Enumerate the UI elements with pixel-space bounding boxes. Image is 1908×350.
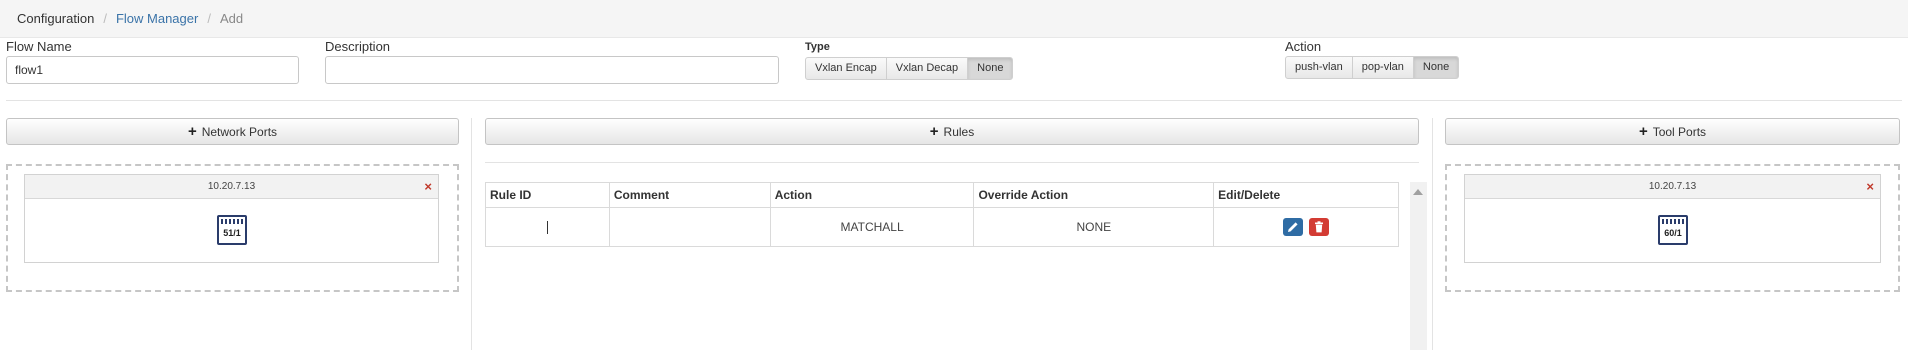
- plus-icon: +: [1638, 123, 1648, 140]
- tool-port-icon[interactable]: 60/1: [1658, 215, 1688, 245]
- network-port-label: 51/1: [223, 228, 241, 238]
- column-override-action[interactable]: Override Action: [973, 182, 1215, 208]
- divider: [6, 100, 1902, 101]
- type-button-group: Vxlan Encap Vxlan Decap None: [805, 57, 1014, 80]
- flow-name-input[interactable]: flow1: [6, 56, 299, 84]
- type-vxlan-encap-button[interactable]: Vxlan Encap: [805, 57, 887, 80]
- type-label: Type: [805, 41, 830, 53]
- rule-id-cell[interactable]: [485, 207, 610, 247]
- network-ports-button[interactable]: + Network Ports: [6, 118, 459, 145]
- rules-table: Rule ID Comment Action Override Action E…: [485, 182, 1399, 247]
- network-device-ip: 10.20.7.13: [207, 181, 256, 192]
- column-edit-delete: Edit/Delete: [1213, 182, 1399, 208]
- flow-name-label: Flow Name: [6, 39, 72, 54]
- tool-ports-button[interactable]: + Tool Ports: [1445, 118, 1900, 145]
- override-action-cell: NONE: [973, 207, 1215, 247]
- comment-cell[interactable]: [608, 207, 771, 247]
- breadcrumb: Configuration / Flow Manager / Add: [0, 0, 1908, 38]
- column-rule-id[interactable]: Rule ID: [485, 182, 610, 208]
- table-row: MATCHALL NONE: [485, 207, 1399, 247]
- action-button-group: push-vlan pop-vlan None: [1285, 56, 1460, 79]
- network-port-icon[interactable]: 51/1: [217, 215, 247, 245]
- action-push-vlan-button[interactable]: push-vlan: [1285, 56, 1353, 79]
- column-comment[interactable]: Comment: [608, 182, 771, 208]
- column-action[interactable]: Action: [769, 182, 975, 208]
- rules-button[interactable]: + Rules: [485, 118, 1419, 145]
- column-divider: [1432, 118, 1433, 350]
- edit-rule-button[interactable]: [1283, 218, 1304, 236]
- plus-icon: +: [187, 123, 197, 140]
- tool-port-label: 60/1: [1664, 228, 1682, 238]
- close-icon[interactable]: ×: [424, 175, 432, 199]
- scroll-up-icon[interactable]: [1413, 189, 1423, 195]
- breadcrumb-separator: /: [103, 11, 107, 26]
- close-icon[interactable]: ×: [1866, 175, 1874, 199]
- description-label: Description: [325, 39, 391, 54]
- type-none-button[interactable]: None: [967, 57, 1014, 80]
- rules-button-label: Rules: [943, 124, 975, 139]
- type-vxlan-decap-button[interactable]: Vxlan Decap: [885, 57, 969, 80]
- action-pop-vlan-button[interactable]: pop-vlan: [1351, 56, 1414, 79]
- tool-device-ip: 10.20.7.13: [1648, 181, 1697, 192]
- rules-scrollbar[interactable]: [1410, 182, 1427, 350]
- breadcrumb-flow-manager[interactable]: Flow Manager: [116, 11, 198, 26]
- delete-rule-button[interactable]: [1308, 218, 1329, 236]
- text-cursor: [546, 221, 548, 235]
- action-none-button[interactable]: None: [1412, 56, 1460, 79]
- pencil-icon: [1288, 222, 1299, 232]
- breadcrumb-current: Add: [219, 11, 244, 26]
- description-input[interactable]: [325, 56, 779, 84]
- breadcrumb-separator: /: [207, 11, 211, 26]
- trash-icon: [1314, 221, 1323, 233]
- plus-icon: +: [929, 123, 939, 140]
- breadcrumb-configuration[interactable]: Configuration: [17, 11, 94, 26]
- tool-device-card: 10.20.7.13 × 60/1: [1464, 174, 1881, 263]
- action-cell: MATCHALL: [769, 207, 975, 247]
- network-device-card: 10.20.7.13 × 51/1: [24, 174, 439, 263]
- rules-divider: [485, 162, 1419, 163]
- tool-ports-button-label: Tool Ports: [1652, 124, 1707, 139]
- column-divider: [471, 118, 472, 350]
- network-device-header: 10.20.7.13 ×: [25, 175, 438, 199]
- action-label: Action: [1285, 39, 1322, 54]
- network-ports-button-label: Network Ports: [201, 124, 278, 139]
- edit-delete-cell: [1213, 207, 1399, 247]
- tool-device-header: 10.20.7.13 ×: [1465, 175, 1880, 199]
